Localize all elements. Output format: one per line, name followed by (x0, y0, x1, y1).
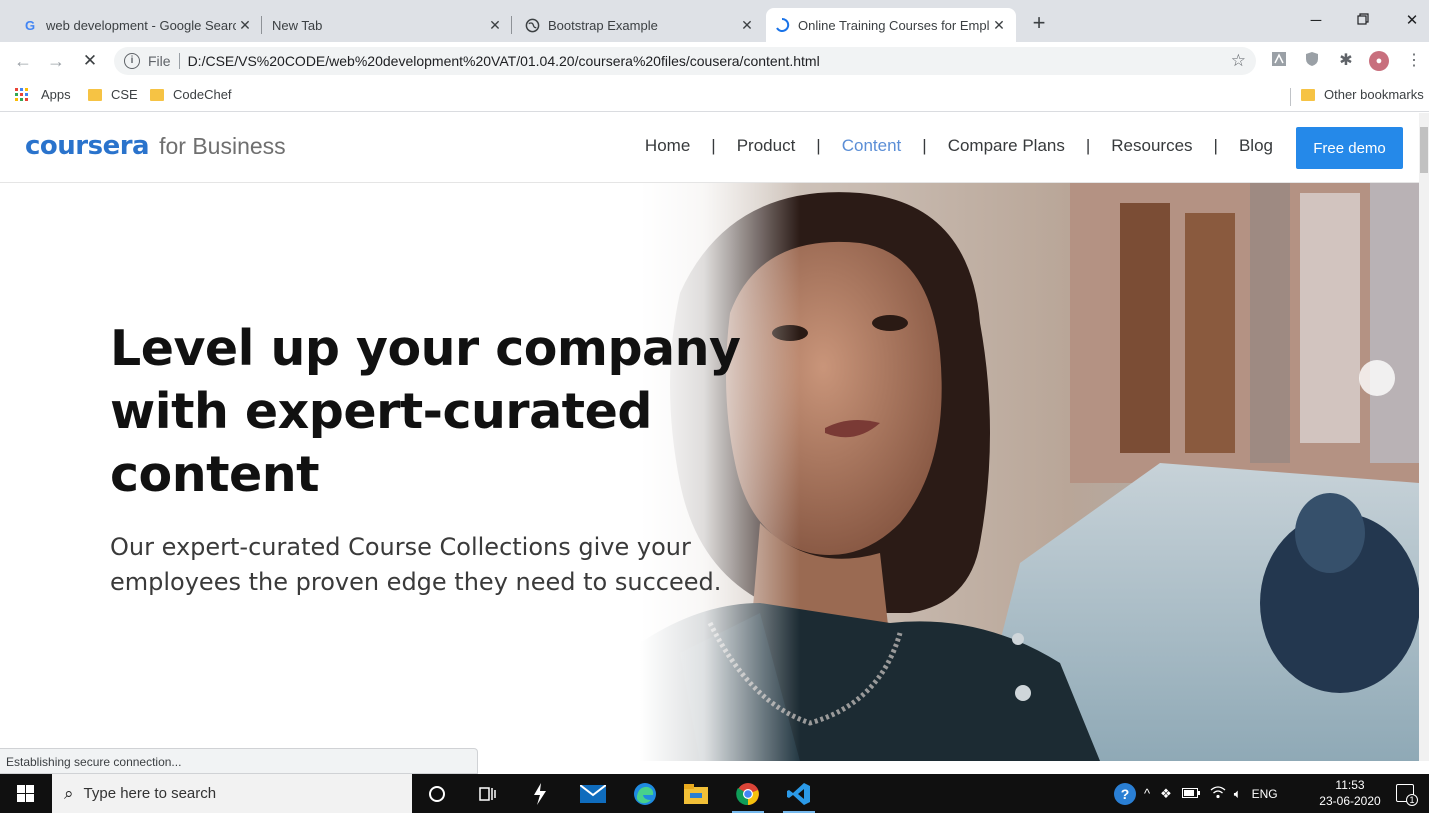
nav-home[interactable]: Home (645, 136, 690, 156)
browser-toolbar: ← → ✕ i File D:/CSE/VS%20CODE/web%20deve… (0, 42, 1429, 80)
chrome-icon[interactable] (729, 778, 767, 813)
pdf-extension-icon[interactable] (1269, 51, 1289, 71)
tab-bootstrap-example[interactable]: Bootstrap Example ✕ (516, 8, 764, 42)
nav-separator: | (816, 136, 821, 155)
windows-logo-icon (16, 785, 34, 802)
coursera-logo[interactable]: coursera for Business (25, 131, 286, 161)
main-nav: Home | Product | Content | Compare Plans… (645, 136, 1273, 156)
bookmarks-bar: Apps CSE CodeChef Other bookmarks (0, 80, 1429, 112)
nav-separator: | (922, 136, 927, 155)
bookmark-label: CSE (111, 87, 138, 102)
nav-separator: | (1213, 136, 1218, 155)
hero-title: Level up your company with expert-curate… (110, 320, 741, 503)
back-arrow-icon[interactable]: ← (12, 50, 34, 72)
tab-title: web development - Google Searc (46, 17, 236, 33)
nav-resources[interactable]: Resources (1111, 136, 1192, 156)
taskbar-clock[interactable]: 11:53 23-06-2020 (1310, 777, 1390, 809)
clock-time: 11:53 (1335, 778, 1365, 792)
nav-blog[interactable]: Blog (1239, 136, 1273, 156)
volume-icon[interactable]: 🔈︎ (1234, 786, 1242, 802)
profile-avatar[interactable]: ● (1369, 51, 1389, 71)
address-bar[interactable]: i File D:/CSE/VS%20CODE/web%20developmen… (114, 47, 1256, 75)
windows-taskbar: ⌕ Type here to search ? ^ ❖ 🔈︎ ENG 11:53… (0, 774, 1429, 813)
forward-arrow-icon[interactable]: → (45, 50, 67, 72)
restore-icon[interactable] (1340, 6, 1386, 36)
scrollbar-thumb[interactable] (1420, 127, 1428, 173)
close-tab-icon[interactable]: ✕ (990, 17, 1008, 34)
nav-separator: | (1085, 136, 1091, 155)
google-icon: G (24, 17, 36, 33)
task-view-icon[interactable] (468, 778, 506, 809)
logo-subtitle: for Business (159, 133, 286, 159)
folder-icon (1301, 88, 1315, 101)
tab-strip: G web development - Google Searc ✕ New T… (0, 0, 1429, 42)
stop-loading-icon[interactable]: ✕ (79, 50, 101, 72)
close-tab-icon[interactable]: ✕ (236, 17, 254, 34)
web-page: coursera for Business Home | Product | C… (0, 113, 1419, 761)
help-icon[interactable]: ? (1114, 782, 1136, 805)
bookmark-folder-codechef[interactable]: CodeChef (150, 87, 232, 102)
free-demo-button[interactable]: Free demo (1296, 127, 1403, 169)
shield-extension-icon[interactable] (1302, 51, 1322, 71)
bookmark-label: Other bookmarks (1324, 87, 1424, 102)
file-explorer-icon[interactable] (677, 778, 715, 809)
menu-dots-icon[interactable]: ⋮ (1404, 51, 1424, 71)
language-indicator[interactable]: ENG (1252, 787, 1278, 801)
tab-coursera-active[interactable]: Online Training Courses for Empl ✕ (766, 8, 1016, 42)
battery-icon[interactable] (1181, 787, 1200, 801)
bookmark-folder-cse[interactable]: CSE (88, 87, 138, 102)
new-tab-button[interactable]: + (1026, 10, 1052, 36)
hero-subtitle: Our expert-curated Course Collections gi… (110, 533, 722, 596)
site-header: coursera for Business Home | Product | C… (0, 113, 1419, 183)
status-bubble: Establishing secure connection... (0, 748, 478, 774)
bookmark-star-icon[interactable]: ☆ (1231, 51, 1246, 71)
vscode-icon[interactable] (780, 778, 818, 813)
tab-title: New Tab (272, 17, 323, 33)
apps-label: Apps (41, 87, 71, 102)
bookmark-label: CodeChef (173, 87, 232, 102)
logo-wordmark: coursera (25, 131, 150, 161)
nav-separator: | (711, 136, 716, 155)
lightning-app-icon[interactable] (521, 778, 559, 809)
dropbox-icon[interactable]: ❖ (1160, 786, 1172, 802)
loading-spinner-icon (774, 17, 790, 33)
notification-count-badge: 1 (1406, 794, 1418, 806)
apps-shortcut[interactable]: Apps (15, 87, 71, 102)
nav-product[interactable]: Product (737, 136, 796, 156)
hero-section: Level up your company with expert-curate… (0, 183, 1419, 761)
bookmark-folder-other[interactable]: Other bookmarks (1301, 87, 1424, 102)
folder-icon (150, 88, 164, 101)
tab-new-tab[interactable]: New Tab ✕ (264, 8, 512, 42)
url-text[interactable]: D:/CSE/VS%20CODE/web%20development%20VAT… (188, 53, 820, 69)
search-placeholder: Type here to search (83, 785, 217, 802)
apps-grid-icon (15, 87, 29, 102)
action-center-icon[interactable]: 1 (1396, 784, 1418, 806)
scheme-label: File (148, 53, 171, 69)
info-icon[interactable]: i (124, 53, 140, 69)
search-icon: ⌕ (64, 783, 74, 803)
system-tray: ? ^ ❖ 🔈︎ ENG (1114, 774, 1278, 813)
tab-title: Online Training Courses for Empl (798, 17, 990, 33)
close-tab-icon[interactable]: ✕ (738, 17, 756, 34)
tab-google-search[interactable]: G web development - Google Searc ✕ (14, 8, 262, 42)
taskbar-search-box[interactable]: ⌕ Type here to search (52, 774, 412, 813)
globe-icon (524, 17, 540, 33)
page-scrollbar[interactable] (1419, 113, 1429, 761)
close-window-icon[interactable]: ✕ (1389, 6, 1429, 36)
tab-title: Bootstrap Example (548, 17, 658, 33)
nav-content[interactable]: Content (842, 136, 902, 156)
chevron-up-icon[interactable]: ^ (1144, 786, 1150, 801)
wifi-icon[interactable] (1210, 785, 1226, 802)
folder-icon (88, 88, 102, 101)
minimize-icon[interactable]: ─ (1293, 6, 1339, 36)
clock-date: 23-06-2020 (1319, 794, 1381, 808)
start-button[interactable] (0, 774, 50, 813)
cortana-icon[interactable] (418, 778, 456, 809)
mail-icon[interactable] (574, 778, 612, 809)
close-tab-icon[interactable]: ✕ (486, 17, 504, 34)
puzzle-extensions-icon[interactable]: ✱ (1336, 51, 1356, 71)
nav-compare-plans[interactable]: Compare Plans (948, 136, 1065, 156)
edge-browser-icon[interactable] (626, 778, 664, 809)
